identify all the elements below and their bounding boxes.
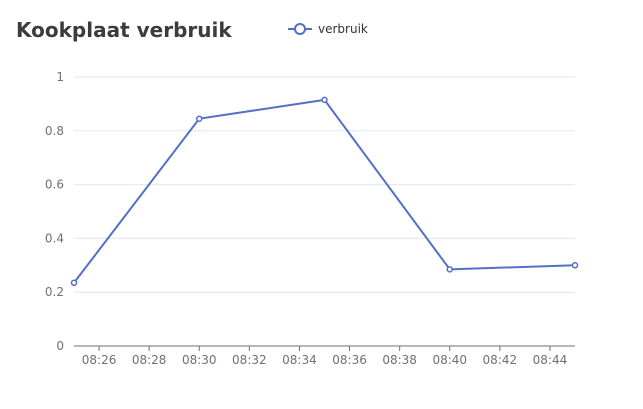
x-tick-label: 08:26 (82, 353, 117, 367)
chart-container: Kookplaat verbruik 0 0.2 0.4 0.6 0.8 1 08:26 08… (0, 0, 643, 409)
line-chart: 0 0.2 0.4 0.6 0.8 1 08:26 08:28 08:30 08:32 08:34 0… (45, 22, 579, 367)
legend-label[interactable]: verbruik (318, 22, 368, 36)
data-point[interactable] (571, 262, 579, 269)
series-line (73, 98, 576, 284)
data-point[interactable] (321, 96, 328, 104)
x-tick-label: 08:40 (432, 353, 467, 367)
data-point[interactable] (70, 279, 78, 287)
y-tick-label: 1 (56, 70, 64, 84)
x-tick-label: 08:42 (483, 353, 518, 367)
data-point[interactable] (196, 115, 203, 122)
y-tick-label: 0.8 (45, 124, 64, 138)
x-tick-label: 08:44 (533, 353, 568, 367)
y-tick-label: 0.4 (45, 231, 64, 245)
x-tick-label: 08:34 (282, 353, 317, 367)
x-tick-label: 08:38 (382, 353, 417, 367)
y-tick-label: 0.6 (45, 178, 64, 192)
x-tick-label: 08:30 (182, 353, 217, 367)
y-tick-label: 0.2 (45, 285, 64, 299)
x-tick-label: 08:32 (232, 353, 267, 367)
legend-marker[interactable] (294, 23, 306, 35)
data-point[interactable] (446, 266, 453, 273)
y-tick-label: 0 (56, 339, 64, 353)
x-tick-label: 08:28 (132, 353, 167, 367)
x-tick-label: 08:36 (332, 353, 367, 367)
